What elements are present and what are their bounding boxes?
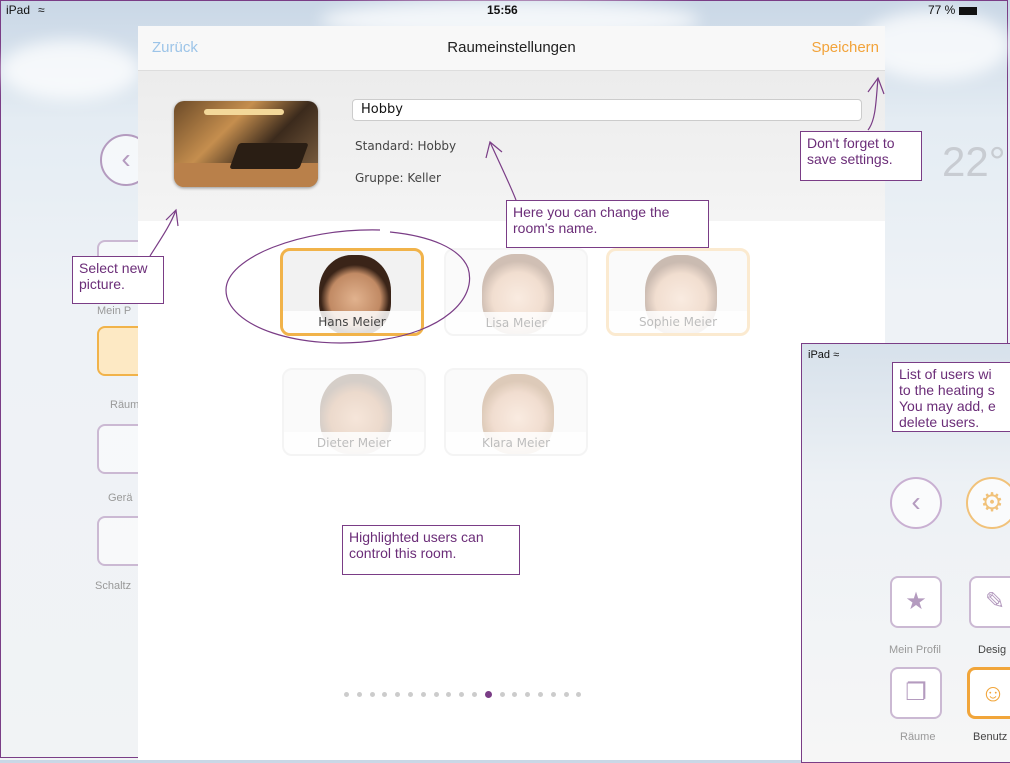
inset-label-users: Benutz bbox=[973, 731, 1008, 743]
annotation-save: Don't forget to save settings. bbox=[800, 131, 922, 181]
annotation-picture: Select new picture. bbox=[72, 256, 164, 304]
page-dot[interactable] bbox=[407, 692, 413, 698]
battery-status: 77 % bbox=[928, 3, 978, 17]
page-dot[interactable] bbox=[512, 692, 518, 698]
inset-label-rooms: Räume bbox=[900, 731, 936, 743]
status-bar: iPad ≈ 15:56 77 % bbox=[0, 0, 1010, 22]
inset-users-screen: iPad ≈ ‹ ⚙ ★ Mein Profil ✎ Desig ❐ Räume… bbox=[801, 343, 1010, 763]
user-card-klara[interactable]: Klara Meier bbox=[444, 368, 588, 456]
modal-navbar: Zurück Raumeinstellungen Speichern bbox=[138, 26, 885, 71]
inset-users-icon: ☺ bbox=[967, 667, 1010, 719]
inset-rooms-icon: ❐ bbox=[890, 667, 942, 719]
page-dot[interactable] bbox=[344, 692, 349, 698]
annotation-room-name: Here you can change the room's name. bbox=[506, 200, 709, 248]
page-dot[interactable] bbox=[525, 692, 531, 698]
room-picture-button[interactable] bbox=[174, 101, 318, 187]
page-dot[interactable] bbox=[563, 692, 569, 698]
page-dot-current[interactable] bbox=[484, 691, 492, 699]
annotation-highlighted-users: Highlighted users can control this room. bbox=[342, 525, 520, 575]
wifi-icon: ≈ bbox=[833, 349, 840, 361]
background-label-schedule: Schaltz bbox=[95, 580, 132, 592]
page-dot[interactable] bbox=[433, 692, 439, 698]
device-label: iPad bbox=[6, 3, 31, 17]
user-card-dieter[interactable]: Dieter Meier bbox=[282, 368, 426, 456]
user-name: Sophie Meier bbox=[609, 311, 747, 333]
page-dot[interactable] bbox=[382, 692, 388, 698]
page-dot[interactable] bbox=[471, 692, 477, 698]
clock: 15:56 bbox=[487, 3, 518, 17]
wifi-icon: ≈ bbox=[38, 3, 45, 17]
inset-label-design: Desig bbox=[978, 644, 1007, 656]
page-dot[interactable] bbox=[420, 692, 426, 698]
inset-profile-icon: ★ bbox=[890, 576, 942, 628]
page-title: Raumeinstellungen bbox=[447, 39, 576, 56]
page-dot[interactable] bbox=[499, 692, 505, 698]
page-dot[interactable] bbox=[576, 692, 582, 698]
save-button[interactable]: Speichern bbox=[811, 39, 879, 56]
page-dot[interactable] bbox=[369, 692, 375, 698]
background-temperature: 22° bbox=[942, 138, 1006, 185]
room-name-input[interactable]: Hobby bbox=[352, 99, 862, 121]
battery-icon bbox=[959, 6, 978, 15]
user-name: Dieter Meier bbox=[284, 432, 424, 454]
inset-design-icon: ✎ bbox=[969, 576, 1010, 628]
page-dot[interactable] bbox=[459, 692, 465, 698]
user-name: Hans Meier bbox=[283, 311, 421, 333]
room-header: Hobby Standard: Hobby Gruppe: Keller bbox=[138, 71, 885, 221]
photo-billiard-table bbox=[229, 143, 309, 169]
battery-percent: 77 % bbox=[928, 3, 956, 17]
background-label-profile: Mein P bbox=[97, 305, 132, 317]
page-dot[interactable] bbox=[356, 692, 362, 698]
page-dot[interactable] bbox=[395, 692, 401, 698]
inset-label-profile: Mein Profil bbox=[889, 644, 941, 656]
page-indicator[interactable] bbox=[344, 686, 684, 699]
inset-back-icon: ‹ bbox=[890, 477, 942, 529]
page-dot[interactable] bbox=[537, 692, 543, 698]
room-group: Gruppe: Keller bbox=[355, 171, 441, 185]
user-card-lisa[interactable]: Lisa Meier bbox=[444, 248, 588, 336]
cloud bbox=[0, 40, 140, 100]
inset-device-label: iPad bbox=[808, 349, 831, 361]
user-card-sophie[interactable]: Sophie Meier bbox=[606, 248, 750, 336]
room-settings-modal: Zurück Raumeinstellungen Speichern Hobby… bbox=[138, 26, 885, 760]
annotation-users-list: List of users wi to the heating s You ma… bbox=[892, 362, 1010, 432]
user-name: Klara Meier bbox=[446, 432, 586, 454]
background-label-rooms: Räum bbox=[110, 399, 140, 411]
background-label-devices: Gerä bbox=[108, 492, 133, 504]
user-card-hans[interactable]: Hans Meier bbox=[280, 248, 424, 336]
user-name: Lisa Meier bbox=[446, 312, 586, 334]
room-standard: Standard: Hobby bbox=[355, 139, 457, 153]
page-dot[interactable] bbox=[446, 692, 452, 698]
page-dot[interactable] bbox=[550, 692, 556, 698]
inset-status: iPad ≈ bbox=[808, 349, 839, 361]
inset-gear-icon: ⚙ bbox=[966, 477, 1010, 529]
photo-lamp bbox=[204, 109, 284, 115]
